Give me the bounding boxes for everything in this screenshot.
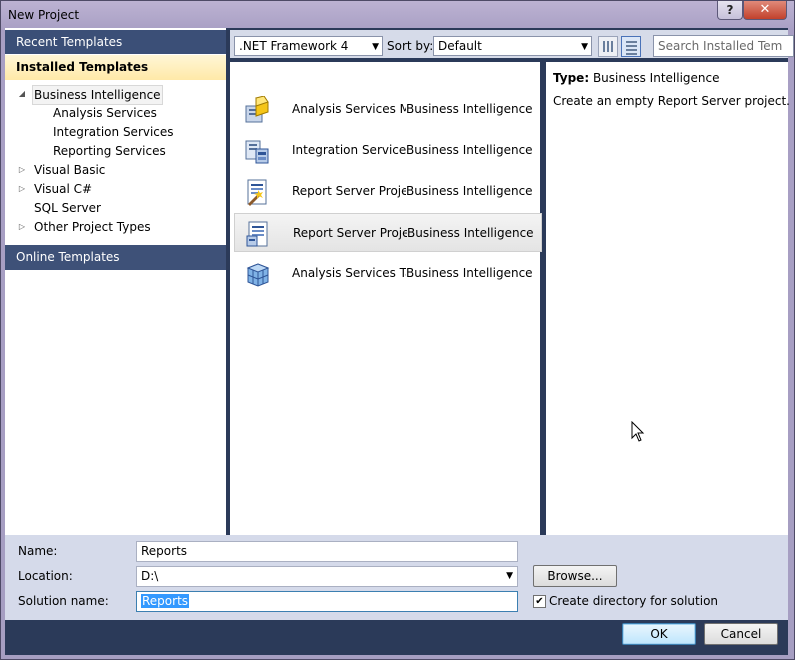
template-item[interactable]: Analysis Services M... Business Intellig… — [234, 90, 542, 129]
tree-node-other-project-types[interactable]: ▷ Other Project Types — [17, 218, 153, 236]
cancel-button[interactable]: Cancel — [704, 623, 778, 645]
create-directory-checkbox[interactable]: ✔ — [533, 595, 546, 608]
template-type: Type: Business Intelligence — [553, 71, 720, 85]
template-details-pane — [546, 62, 788, 535]
tree-node-label: Other Project Types — [34, 220, 151, 234]
sort-by-value: Default — [438, 39, 482, 53]
framework-select[interactable]: .NET Framework 4 ▼ — [234, 36, 383, 56]
template-name: Report Server Proje... — [292, 184, 406, 198]
mouse-cursor-icon — [631, 421, 645, 442]
template-item-selected[interactable]: Report Server Project Business Intellige… — [234, 213, 542, 252]
template-category: Business Intelligence — [406, 102, 533, 116]
small-icons-view-button[interactable] — [598, 36, 618, 57]
template-category: Business Intelligence — [406, 184, 533, 198]
location-combo[interactable]: D:\ ▼ — [136, 566, 518, 587]
window-title: New Project — [8, 8, 80, 22]
tabular-cube-icon — [246, 263, 270, 287]
name-field[interactable]: Reports — [136, 541, 518, 562]
installed-templates-header[interactable]: Installed Templates — [5, 55, 226, 80]
title-bar: New Project ? ✕ — [1, 1, 794, 29]
list-view-button[interactable] — [621, 36, 641, 57]
help-button[interactable]: ? — [717, 1, 743, 20]
template-name: Integration Services... — [292, 143, 406, 157]
name-value: Reports — [141, 544, 188, 558]
close-button[interactable]: ✕ — [743, 1, 787, 20]
chevron-down-icon: ▼ — [581, 42, 588, 52]
tree-node-label: Business Intelligence — [32, 85, 163, 105]
tree-node-business-intelligence[interactable]: ◢ Business Intelligence — [17, 85, 163, 105]
sort-by-select[interactable]: Default ▼ — [433, 36, 592, 56]
online-templates-header[interactable]: Online Templates — [5, 245, 226, 270]
tree-node-label: Integration Services — [53, 125, 174, 139]
collapsed-arrow-icon[interactable]: ▷ — [17, 165, 27, 175]
template-category: Business Intelligence — [406, 143, 533, 157]
type-label: Type: — [553, 71, 590, 85]
report-wizard-icon — [247, 179, 267, 206]
solution-name-field[interactable]: Reports — [136, 591, 518, 612]
tree-node-reporting-services[interactable]: Reporting Services — [51, 142, 168, 160]
tree-node-integration-services[interactable]: Integration Services — [51, 123, 176, 141]
name-label: Name: — [18, 544, 58, 558]
template-description: Create an empty Report Server project. — [553, 94, 790, 108]
tree-node-sql-server[interactable]: SQL Server — [32, 199, 103, 217]
template-category: Business Intelligence — [406, 266, 533, 280]
tree-node-visual-csharp[interactable]: ▷ Visual C# — [17, 180, 94, 198]
integration-services-icon — [245, 140, 269, 164]
ok-button[interactable]: OK — [622, 623, 696, 645]
collapsed-arrow-icon[interactable]: ▷ — [17, 222, 27, 232]
template-item[interactable]: Report Server Proje... Business Intellig… — [234, 172, 542, 211]
template-item[interactable]: Analysis Services Ta... Business Intelli… — [234, 254, 542, 293]
template-navigation-pane: Recent Templates Installed Templates ◢ B… — [5, 28, 226, 535]
chevron-down-icon: ▼ — [372, 42, 379, 52]
solution-name-value: Reports — [141, 594, 190, 608]
tree-node-label: Reporting Services — [53, 144, 166, 158]
expanded-arrow-icon[interactable]: ◢ — [17, 89, 27, 99]
template-category: Business Intelligence — [407, 226, 534, 240]
create-directory-label: Create directory for solution — [549, 594, 719, 608]
location-value: D:\ — [141, 569, 159, 583]
tree-node-analysis-services[interactable]: Analysis Services — [51, 104, 159, 122]
sort-by-label: Sort by: — [387, 39, 434, 53]
report-server-icon — [246, 221, 268, 247]
template-name: Analysis Services Ta... — [292, 266, 406, 280]
tree-node-label: Visual C# — [34, 182, 93, 196]
browse-button[interactable]: Browse... — [533, 565, 617, 587]
tree-node-label: SQL Server — [34, 201, 101, 215]
template-name: Report Server Project — [293, 226, 407, 240]
search-installed-templates-input[interactable]: Search Installed Tem — [653, 35, 794, 57]
location-label: Location: — [18, 569, 73, 583]
framework-value: .NET Framework 4 — [239, 39, 349, 53]
dialog-client-area: Recent Templates Installed Templates ◢ B… — [5, 28, 794, 655]
tree-node-label: Analysis Services — [53, 106, 157, 120]
collapsed-arrow-icon[interactable]: ▷ — [17, 184, 27, 194]
type-value: Business Intelligence — [592, 71, 720, 85]
template-name: Analysis Services M... — [292, 102, 406, 116]
tree-node-label: Visual Basic — [34, 163, 106, 177]
tree-node-visual-basic[interactable]: ▷ Visual Basic — [17, 161, 107, 179]
analysis-services-icon — [245, 96, 269, 123]
chevron-down-icon[interactable]: ▼ — [506, 567, 513, 586]
recent-templates-header[interactable]: Recent Templates — [5, 30, 226, 54]
template-item[interactable]: Integration Services... Business Intelli… — [234, 131, 542, 170]
solution-name-label: Solution name: — [18, 594, 109, 608]
